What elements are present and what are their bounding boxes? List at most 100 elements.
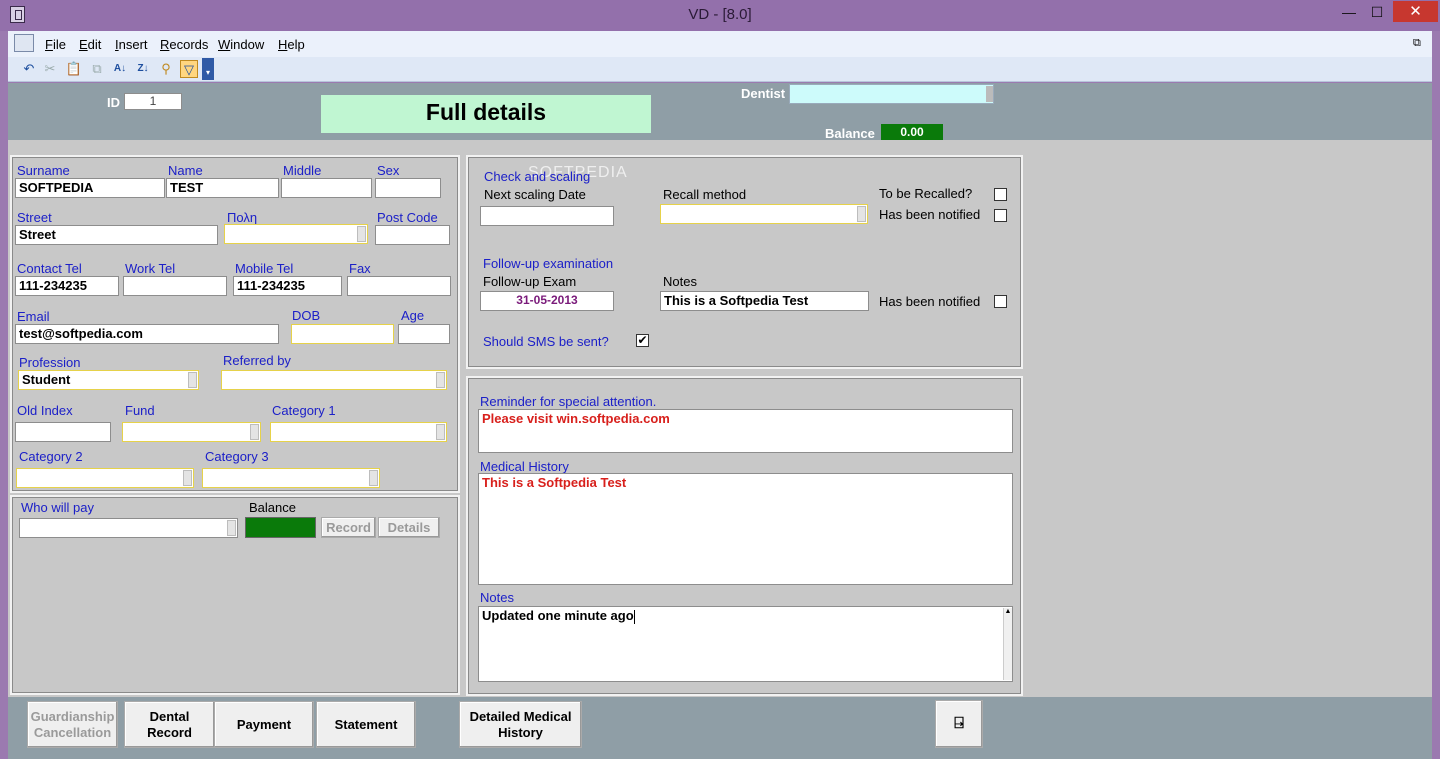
referred-by-combo[interactable] (221, 370, 447, 390)
street-field[interactable]: Street (15, 225, 218, 245)
recall-method-dropdown-handle[interactable] (857, 206, 866, 222)
who-will-pay-combo[interactable] (19, 518, 238, 538)
has-been-notified-label-2: Has been notified (879, 294, 981, 309)
medical-notes-scrollbar[interactable]: ▲ (1003, 608, 1012, 680)
fund-dropdown-handle[interactable] (250, 424, 259, 440)
recall-method-label: Recall method (663, 187, 747, 202)
filter-icon[interactable]: ▽ (180, 60, 198, 78)
followup-exam-field[interactable]: 31-05-2013 (480, 291, 614, 311)
sms-checkbox[interactable]: ✔ (636, 334, 649, 347)
middle-label: Middle (283, 163, 322, 178)
surname-field[interactable]: SOFTPEDIA (15, 178, 165, 198)
reminder-field[interactable]: Please visit win.softpedia.com (478, 409, 1013, 453)
has-been-notified-checkbox-1[interactable] (994, 209, 1007, 222)
filter-by-selection-icon[interactable]: ⚲ (157, 60, 175, 78)
document-icon[interactable] (14, 34, 34, 52)
record-button[interactable]: Record (321, 517, 376, 538)
referred-by-dropdown-handle[interactable] (436, 372, 445, 388)
category2-combo[interactable] (16, 468, 194, 488)
sex-label: Sex (377, 163, 400, 178)
middle-field[interactable] (281, 178, 372, 198)
guardianship-line1: Guardianship (30, 709, 115, 724)
menu-help[interactable]: Help (278, 37, 305, 52)
next-scaling-label: Next scaling Date (484, 187, 586, 202)
who-will-pay-dropdown-handle[interactable] (227, 520, 236, 536)
postcode-field[interactable] (375, 225, 450, 245)
paste-icon[interactable]: 📋 (65, 60, 83, 78)
sort-desc-icon[interactable]: Z↓ (134, 60, 152, 78)
fund-label: Fund (125, 403, 155, 418)
fax-field[interactable] (347, 276, 451, 296)
text-cursor (633, 609, 635, 624)
statement-button[interactable]: Statement (316, 701, 416, 748)
mobile-tel-label: Mobile Tel (235, 261, 294, 276)
category2-dropdown-handle[interactable] (183, 470, 192, 486)
menu-records[interactable]: Records (160, 37, 208, 52)
recall-method-combo[interactable] (660, 204, 868, 224)
menu-window[interactable]: Window (218, 37, 264, 52)
followup-section-label: Follow-up examination (483, 256, 614, 271)
menu-file[interactable]: File (45, 37, 66, 52)
cut-icon[interactable]: ✂ (41, 60, 59, 78)
exit-button[interactable]: ⍈ (935, 700, 983, 748)
city-dropdown-handle[interactable] (357, 226, 366, 242)
email-field[interactable]: test@softpedia.com (15, 324, 279, 344)
old-index-field[interactable] (15, 422, 111, 442)
medical-history-label: Medical History (480, 459, 569, 474)
work-tel-field[interactable] (123, 276, 227, 296)
undo-icon[interactable]: ↶ (20, 60, 38, 78)
profession-combo[interactable]: Student (18, 370, 199, 390)
category3-combo[interactable] (202, 468, 380, 488)
sex-field[interactable] (375, 178, 441, 198)
guardianship-line2: Cancellation (33, 725, 112, 740)
fund-combo[interactable] (122, 422, 261, 442)
id-field[interactable]: 1 (124, 93, 182, 110)
toolbar-options-icon[interactable]: ▾ (202, 58, 214, 80)
medical-notes-value: Updated one minute ago (482, 608, 634, 623)
referred-by-label: Referred by (223, 353, 291, 368)
restore-document-button[interactable]: ⧉ (1413, 37, 1421, 50)
detailed-medical-line2: History (498, 725, 543, 740)
dentist-dropdown-handle[interactable] (986, 86, 993, 102)
guardianship-cancellation-button[interactable]: Guardianship Cancellation (27, 701, 118, 748)
old-index-label: Old Index (17, 403, 73, 418)
detailed-medical-line1: Detailed Medical (469, 709, 572, 724)
mobile-tel-field[interactable]: 111-234235 (233, 276, 342, 296)
dentist-label: Dentist (741, 86, 786, 101)
details-button[interactable]: Details (378, 517, 440, 538)
dental-record-line1: Dental (149, 709, 190, 724)
name-field[interactable]: TEST (166, 178, 279, 198)
has-been-notified-checkbox-2[interactable] (994, 295, 1007, 308)
payment-button[interactable]: Payment (214, 701, 314, 748)
sort-asc-icon[interactable]: A↓ (111, 60, 129, 78)
copy-icon[interactable]: ⧉ (88, 60, 106, 78)
dental-record-button[interactable]: Dental Record (124, 701, 215, 748)
to-be-recalled-checkbox[interactable] (994, 188, 1007, 201)
category3-dropdown-handle[interactable] (369, 470, 378, 486)
has-been-notified-label-1: Has been notified (879, 207, 981, 222)
medical-history-field[interactable]: This is a Softpedia Test (478, 473, 1013, 585)
city-combo[interactable] (224, 224, 368, 244)
age-label: Age (401, 308, 425, 323)
maximize-button[interactable]: ☐ (1364, 1, 1390, 23)
page-title: Full details (321, 95, 651, 133)
category1-dropdown-handle[interactable] (436, 424, 445, 440)
close-button[interactable]: ✕ (1393, 1, 1438, 22)
menu-insert[interactable]: Insert (115, 37, 148, 52)
next-scaling-field[interactable] (480, 206, 614, 226)
sms-label: Should SMS be sent? (483, 334, 609, 349)
minimize-button[interactable]: — (1338, 1, 1360, 23)
age-field[interactable] (398, 324, 450, 344)
dob-field[interactable] (291, 324, 394, 344)
profession-dropdown-handle[interactable] (188, 372, 197, 388)
profession-value: Student (22, 372, 71, 387)
surname-label: Surname (17, 163, 70, 178)
dentist-combo[interactable] (789, 84, 994, 104)
detailed-medical-history-button[interactable]: Detailed Medical History (459, 701, 582, 748)
followup-notes-field[interactable]: This is a Softpedia Test (660, 291, 869, 311)
medical-notes-field[interactable]: Updated one minute ago (478, 606, 1013, 682)
name-label: Name (168, 163, 203, 178)
category1-combo[interactable] (270, 422, 447, 442)
contact-tel-field[interactable]: 111-234235 (15, 276, 119, 296)
menu-edit[interactable]: Edit (79, 37, 101, 52)
